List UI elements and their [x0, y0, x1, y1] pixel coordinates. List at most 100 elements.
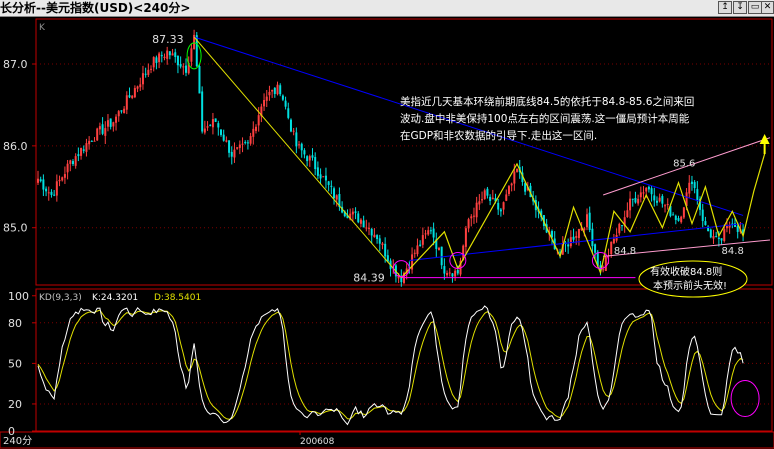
candle-body [314, 157, 317, 170]
candle-body [357, 213, 360, 223]
candle-body [486, 188, 489, 196]
candle-body [384, 243, 387, 257]
candle-body [284, 100, 287, 107]
candle-body [273, 87, 276, 94]
restore-button[interactable]: ▭ [748, 1, 762, 14]
candle-body [37, 178, 39, 183]
comment-text-line: 波动.盘中非美保持100点左右的区间震荡.这一僵局预计本周能 [400, 112, 690, 125]
candle-body [249, 136, 252, 144]
title-bar: 长分析--美元指数(USD)<240分> ↥ ↧ ▭ ✕ [0, 0, 774, 17]
candle-body [499, 209, 502, 212]
candle-body [152, 57, 155, 68]
up-arrow [759, 134, 770, 145]
range-low-label: 84.8 [722, 246, 744, 257]
kd-tick-label: 20 [8, 398, 22, 411]
candle-body [467, 219, 470, 229]
candle-body [424, 233, 427, 235]
candle-body [104, 128, 107, 136]
candle-body [330, 185, 333, 187]
candle-body [308, 156, 311, 161]
candle-body [85, 143, 88, 152]
candle-body [704, 221, 707, 226]
candle-body [322, 176, 325, 178]
candle-body [257, 115, 260, 126]
comment-text-line: 美指近几天基本环绕前期底线84.5的依托于84.8-85.6之间来回 [400, 95, 694, 108]
candle-body [289, 119, 292, 132]
candle-body [292, 130, 295, 132]
candle-body [413, 252, 416, 254]
candle-body [416, 245, 419, 255]
candle-body [268, 91, 271, 96]
price-tick-label: 87.0 [3, 58, 28, 71]
candle-body [45, 188, 48, 192]
candle-body [335, 195, 338, 200]
candle-body [271, 89, 274, 92]
candle-body [594, 244, 597, 253]
candle-body [647, 186, 650, 190]
candle-body [602, 269, 605, 271]
candle-body [672, 214, 675, 216]
candle-body [298, 144, 301, 146]
candle-body [351, 211, 354, 215]
candle-body [203, 128, 206, 133]
candle-body [510, 183, 513, 186]
price-tick-label: 86.0 [3, 140, 28, 153]
close-button[interactable]: ✕ [761, 1, 774, 14]
candle-body [491, 197, 494, 200]
candle-body [150, 68, 153, 70]
candle-body [432, 228, 435, 238]
candle-body [117, 111, 120, 117]
candle-body [354, 211, 357, 213]
candle-body [176, 55, 179, 66]
warning-bubble-text: 本预示前头无效! [653, 279, 727, 292]
kd-tick-label: 100 [8, 290, 29, 303]
candle-body [101, 124, 104, 134]
candle-body [728, 225, 731, 228]
chart-canvas: 87.086.085.0K1008050200KD(9,3,3) K:24.320… [0, 18, 774, 449]
candle-body [185, 65, 188, 73]
candle-body [58, 179, 61, 182]
candle-body [696, 189, 699, 201]
candle-body [133, 88, 136, 98]
candle-body [620, 225, 623, 227]
candle-body [42, 179, 45, 190]
candle-body [166, 50, 169, 59]
candle-body [505, 194, 508, 201]
period-label: 240分 [3, 435, 32, 447]
candle-body [639, 192, 642, 198]
scroll-up-button[interactable]: ↥ [718, 1, 732, 14]
candle-body [144, 73, 147, 75]
candle-body [80, 147, 83, 156]
candle-body [437, 247, 440, 251]
candle-body [688, 182, 691, 194]
candle-body [569, 237, 572, 247]
candle-body [303, 150, 306, 155]
candle-body [427, 230, 430, 235]
candle-body [263, 100, 266, 107]
candle-body [306, 156, 309, 162]
candle-body [634, 197, 637, 203]
window-title: 长分析--美元指数(USD)<240分> [0, 1, 191, 15]
candle-body [96, 128, 99, 141]
price-tick-label: 85.0 [3, 222, 28, 235]
candle-body [141, 73, 144, 85]
candle-body [252, 128, 255, 137]
candle-body [106, 120, 109, 127]
candle-body [464, 228, 467, 247]
candle-body [715, 236, 718, 238]
candle-body [378, 238, 381, 244]
kd-k-line [37, 305, 744, 426]
candle-body [281, 95, 284, 100]
candle-body [677, 218, 680, 221]
candle-body [287, 108, 290, 118]
candle-body [55, 181, 58, 196]
candle-body [637, 198, 640, 204]
scroll-down-button[interactable]: ↧ [733, 1, 747, 14]
candle-body [82, 149, 85, 151]
candle-body [171, 53, 174, 56]
candle-body [586, 214, 588, 228]
candle-body [680, 216, 683, 223]
candle-body [201, 91, 204, 132]
comment-text-line: 在GDP和非农数据的引导下.走出这一区间. [400, 129, 597, 142]
candle-body [429, 230, 432, 232]
